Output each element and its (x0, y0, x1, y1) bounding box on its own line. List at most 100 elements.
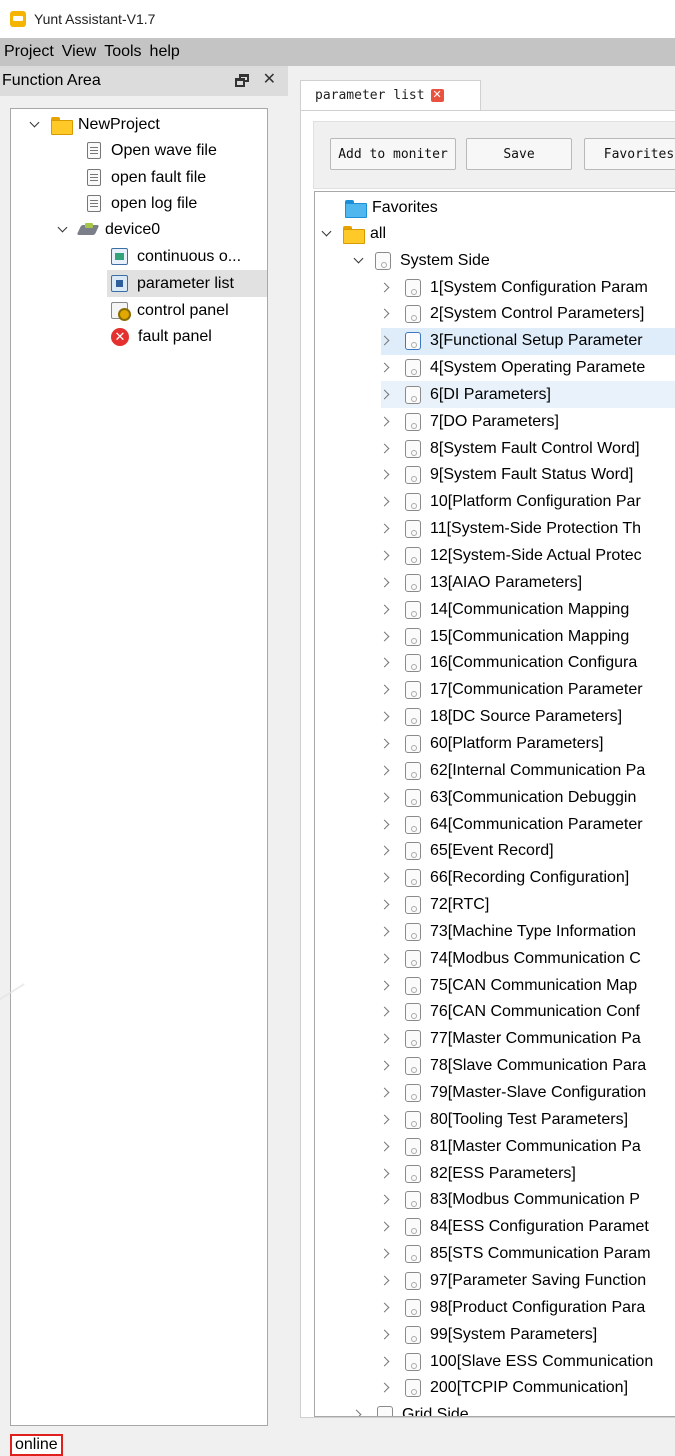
chevron-right-icon[interactable] (381, 872, 393, 884)
tree-item-open-wave-file[interactable]: Open wave file (87, 137, 217, 164)
close-panel-icon[interactable]: ✕ (263, 72, 276, 88)
chevron-right-icon[interactable] (381, 657, 393, 669)
chevron-down-icon[interactable] (57, 224, 69, 236)
chevron-right-icon[interactable] (381, 684, 393, 696)
chevron-down-icon[interactable] (29, 119, 41, 131)
parameter-group-row[interactable]: 9[System Fault Status Word] (381, 462, 675, 489)
parameter-group-row[interactable]: 75[CAN Communication Map (381, 972, 675, 999)
chevron-right-icon[interactable] (381, 282, 393, 294)
tree-item-open-log-file[interactable]: open log file (87, 190, 197, 217)
parameter-group-row[interactable]: 62[Internal Communication Pa (381, 757, 675, 784)
parameter-group-row[interactable]: 64[Communication Parameter (381, 811, 675, 838)
chevron-right-icon[interactable] (381, 819, 393, 831)
float-panel-icon[interactable] (234, 73, 249, 87)
chevron-right-icon[interactable] (381, 1006, 393, 1018)
parameter-group-row[interactable]: 2[System Control Parameters] (381, 301, 675, 328)
chevron-right-icon[interactable] (381, 362, 393, 374)
menu-project[interactable]: Project (4, 43, 60, 61)
chevron-right-icon[interactable] (381, 980, 393, 992)
parameter-group-row[interactable]: 78[Slave Communication Para (381, 1053, 675, 1080)
tab-parameter-list[interactable]: parameter list ✕ (300, 80, 481, 110)
tree-node-grid-side[interactable]: Grid Side (353, 1402, 675, 1416)
parameter-group-row[interactable]: 98[Product Configuration Para (381, 1294, 675, 1321)
tree-item-open-fault-file[interactable]: open fault file (87, 164, 206, 191)
chevron-right-icon[interactable] (381, 389, 393, 401)
parameter-group-row[interactable]: 10[Platform Configuration Par (381, 489, 675, 516)
chevron-right-icon[interactable] (381, 308, 393, 320)
chevron-right-icon[interactable] (381, 926, 393, 938)
chevron-right-icon[interactable] (353, 1409, 365, 1416)
parameter-group-row[interactable]: 81[Master Communication Pa (381, 1133, 675, 1160)
favorites-button[interactable]: Favorites (584, 138, 675, 170)
tree-node-system-side[interactable]: System Side (353, 247, 675, 274)
parameter-group-row[interactable]: 6[DI Parameters] (381, 381, 675, 409)
parameter-group-row[interactable]: 74[Modbus Communication C (381, 945, 675, 972)
tree-node-device[interactable]: device0 (57, 216, 160, 243)
chevron-right-icon[interactable] (381, 577, 393, 589)
close-tab-icon[interactable]: ✕ (430, 89, 444, 102)
chevron-right-icon[interactable] (381, 1302, 393, 1314)
chevron-right-icon[interactable] (381, 1168, 393, 1180)
chevron-right-icon[interactable] (381, 416, 393, 428)
chevron-right-icon[interactable] (381, 792, 393, 804)
chevron-right-icon[interactable] (381, 523, 393, 535)
parameter-group-row[interactable]: 83[Modbus Communication P (381, 1187, 675, 1214)
tree-item-continuous-output[interactable]: continuous o... (111, 243, 241, 270)
parameter-group-row[interactable]: 14[Communication Mapping (381, 596, 675, 623)
tree-item-fault-panel[interactable]: ✕ fault panel (111, 323, 212, 350)
chevron-down-icon[interactable] (321, 228, 333, 240)
parameter-group-row[interactable]: 18[DC Source Parameters] (381, 704, 675, 731)
parameter-group-row[interactable]: 15[Communication Mapping (381, 623, 675, 650)
parameter-group-row[interactable]: 12[System-Side Actual Protec (381, 543, 675, 570)
parameter-group-row[interactable]: 66[Recording Configuration] (381, 865, 675, 892)
parameter-group-row[interactable]: 3[Functional Setup Parameter (381, 327, 675, 355)
chevron-right-icon[interactable] (381, 711, 393, 723)
parameter-group-row[interactable]: 17[Communication Parameter (381, 677, 675, 704)
chevron-right-icon[interactable] (381, 469, 393, 481)
chevron-right-icon[interactable] (381, 1221, 393, 1233)
parameter-group-row[interactable]: 7[DO Parameters] (381, 408, 675, 435)
chevron-right-icon[interactable] (381, 550, 393, 562)
chevron-right-icon[interactable] (381, 335, 393, 347)
tree-node-all[interactable]: all (321, 220, 675, 247)
menu-tools[interactable]: Tools (102, 43, 147, 61)
chevron-right-icon[interactable] (381, 765, 393, 777)
parameter-group-row[interactable]: 85[STS Communication Param (381, 1241, 675, 1268)
parameter-group-row[interactable]: 76[CAN Communication Conf (381, 999, 675, 1026)
chevron-right-icon[interactable] (381, 1033, 393, 1045)
chevron-right-icon[interactable] (381, 1087, 393, 1099)
parameter-group-row[interactable]: 4[System Operating Paramete (381, 355, 675, 382)
parameter-group-row[interactable]: 77[Master Communication Pa (381, 1026, 675, 1053)
chevron-right-icon[interactable] (381, 1060, 393, 1072)
menu-help[interactable]: help (148, 43, 186, 61)
save-button[interactable]: Save (466, 138, 572, 170)
parameter-group-row[interactable]: 99[System Parameters] (381, 1321, 675, 1348)
parameter-group-row[interactable]: 72[RTC] (381, 892, 675, 919)
chevron-right-icon[interactable] (381, 1382, 393, 1394)
parameter-group-row[interactable]: 13[AIAO Parameters] (381, 569, 675, 596)
tree-item-parameter-list[interactable]: parameter list (107, 270, 267, 297)
parameter-group-row[interactable]: 11[System-Side Protection Th (381, 516, 675, 543)
chevron-right-icon[interactable] (381, 953, 393, 965)
chevron-right-icon[interactable] (381, 1114, 393, 1126)
parameter-group-row[interactable]: 73[Machine Type Information (381, 918, 675, 945)
add-to-monitor-button[interactable]: Add to moniter (330, 138, 456, 170)
menu-view[interactable]: View (60, 43, 102, 61)
chevron-right-icon[interactable] (381, 1329, 393, 1341)
parameter-group-row[interactable]: 79[Master-Slave Configuration (381, 1080, 675, 1107)
chevron-right-icon[interactable] (381, 443, 393, 455)
parameter-group-row[interactable]: 100[Slave ESS Communication (381, 1348, 675, 1375)
chevron-right-icon[interactable] (381, 631, 393, 643)
parameter-group-row[interactable]: 60[Platform Parameters] (381, 730, 675, 757)
chevron-right-icon[interactable] (381, 1275, 393, 1287)
tree-node-project[interactable]: NewProject (29, 111, 160, 138)
chevron-right-icon[interactable] (381, 604, 393, 616)
chevron-right-icon[interactable] (381, 1356, 393, 1368)
parameter-group-row[interactable]: 65[Event Record] (381, 838, 675, 865)
chevron-right-icon[interactable] (381, 899, 393, 911)
parameter-group-row[interactable]: 16[Communication Configura (381, 650, 675, 677)
chevron-right-icon[interactable] (381, 1141, 393, 1153)
chevron-right-icon[interactable] (381, 496, 393, 508)
parameter-group-row[interactable]: 1[System Configuration Param (381, 274, 675, 301)
chevron-right-icon[interactable] (381, 1194, 393, 1206)
